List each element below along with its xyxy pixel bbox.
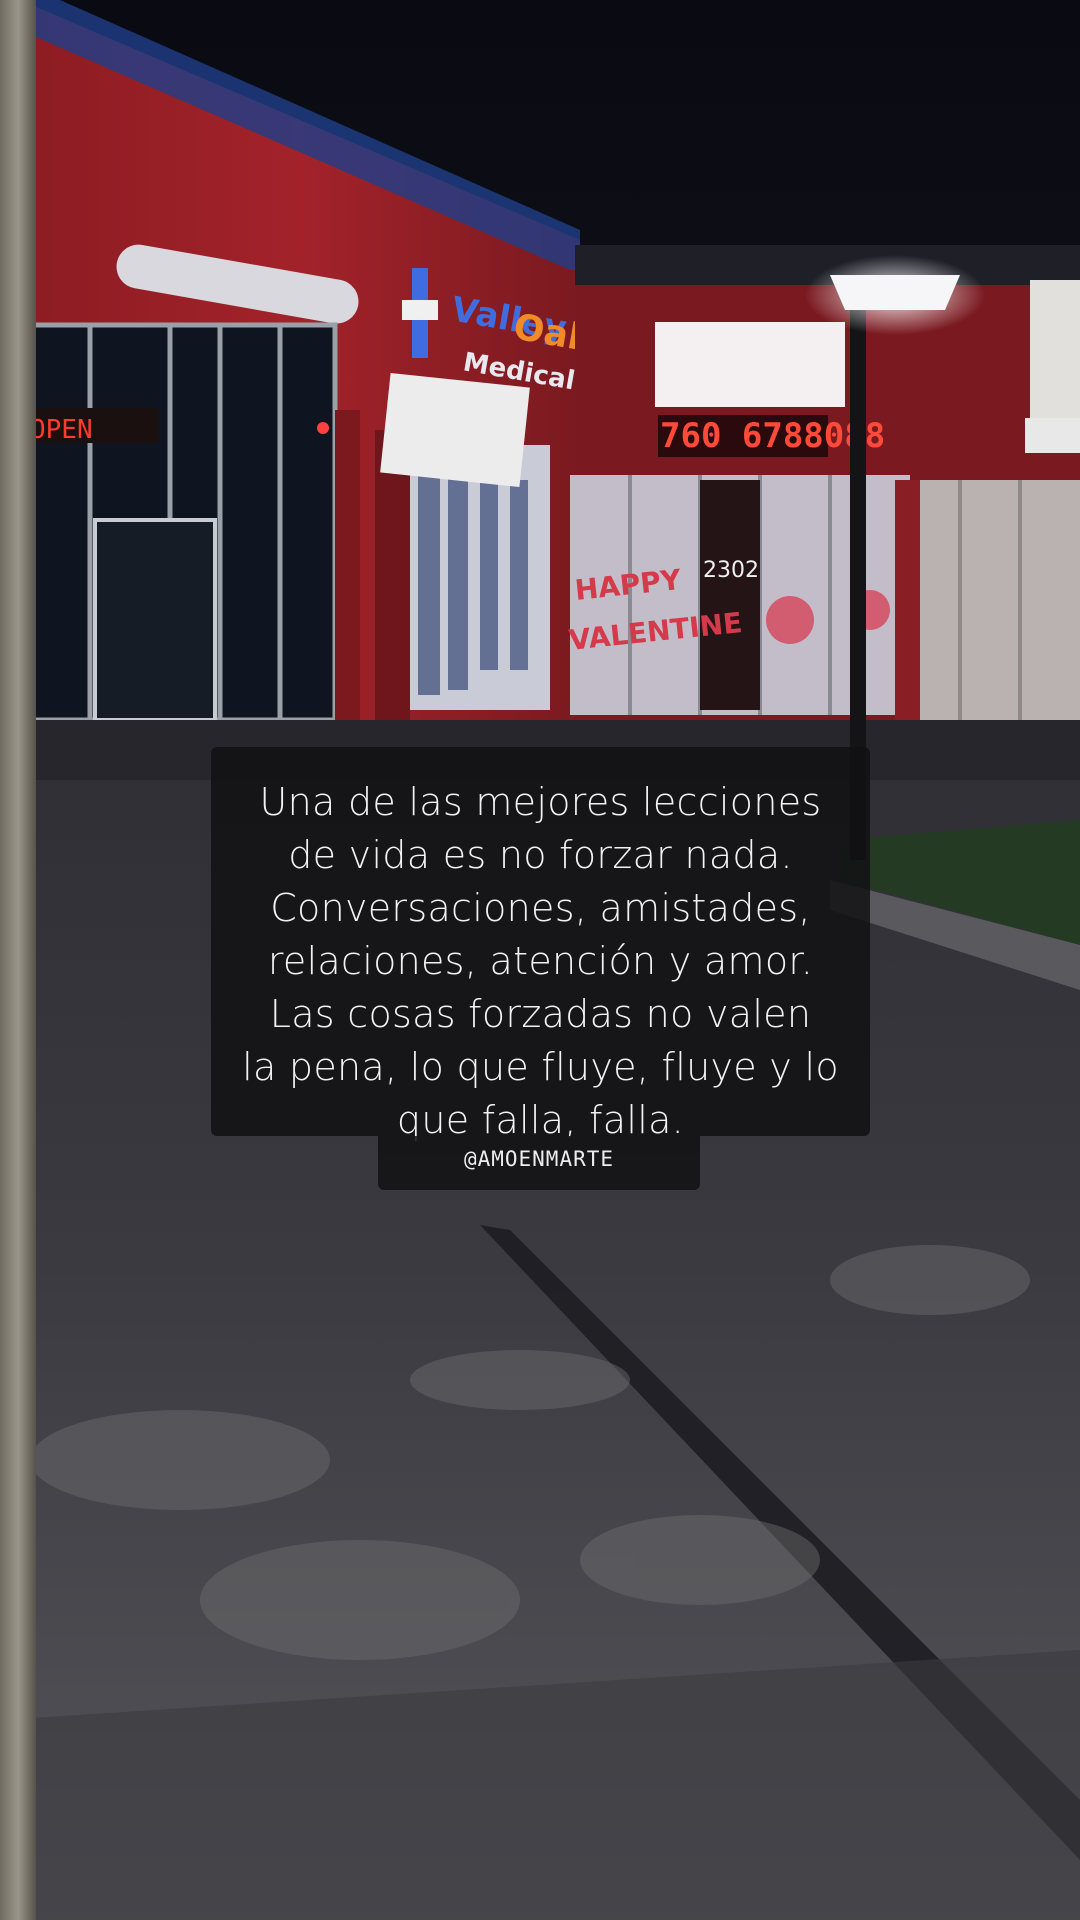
quote-line-2: de vida es no forzar nada. (288, 833, 793, 877)
paper-notice (380, 372, 530, 488)
quote-line-4: relaciones, atención y amor. (267, 939, 814, 983)
foreground-pole (0, 0, 36, 1920)
lamp-head (830, 275, 960, 310)
svg-text:2302: 2302 (703, 558, 759, 583)
quote-line-1: Una de las mejores lecciones (259, 780, 822, 824)
lit-sign-panel (655, 322, 845, 407)
quote-line-6: la pena, lo que fluye, fluye y lo (242, 1045, 839, 1089)
quote-line-5: Las cosas forzadas no valen (269, 992, 812, 1036)
story-frame: OPEN Valley Oaks Medical 760 6788088 230… (0, 0, 1080, 1920)
quote-line-3: Conversaciones, amistades, (270, 886, 811, 930)
author-handle: @AMOENMARTE (463, 1147, 615, 1171)
svg-text:OPEN: OPEN (30, 415, 93, 445)
